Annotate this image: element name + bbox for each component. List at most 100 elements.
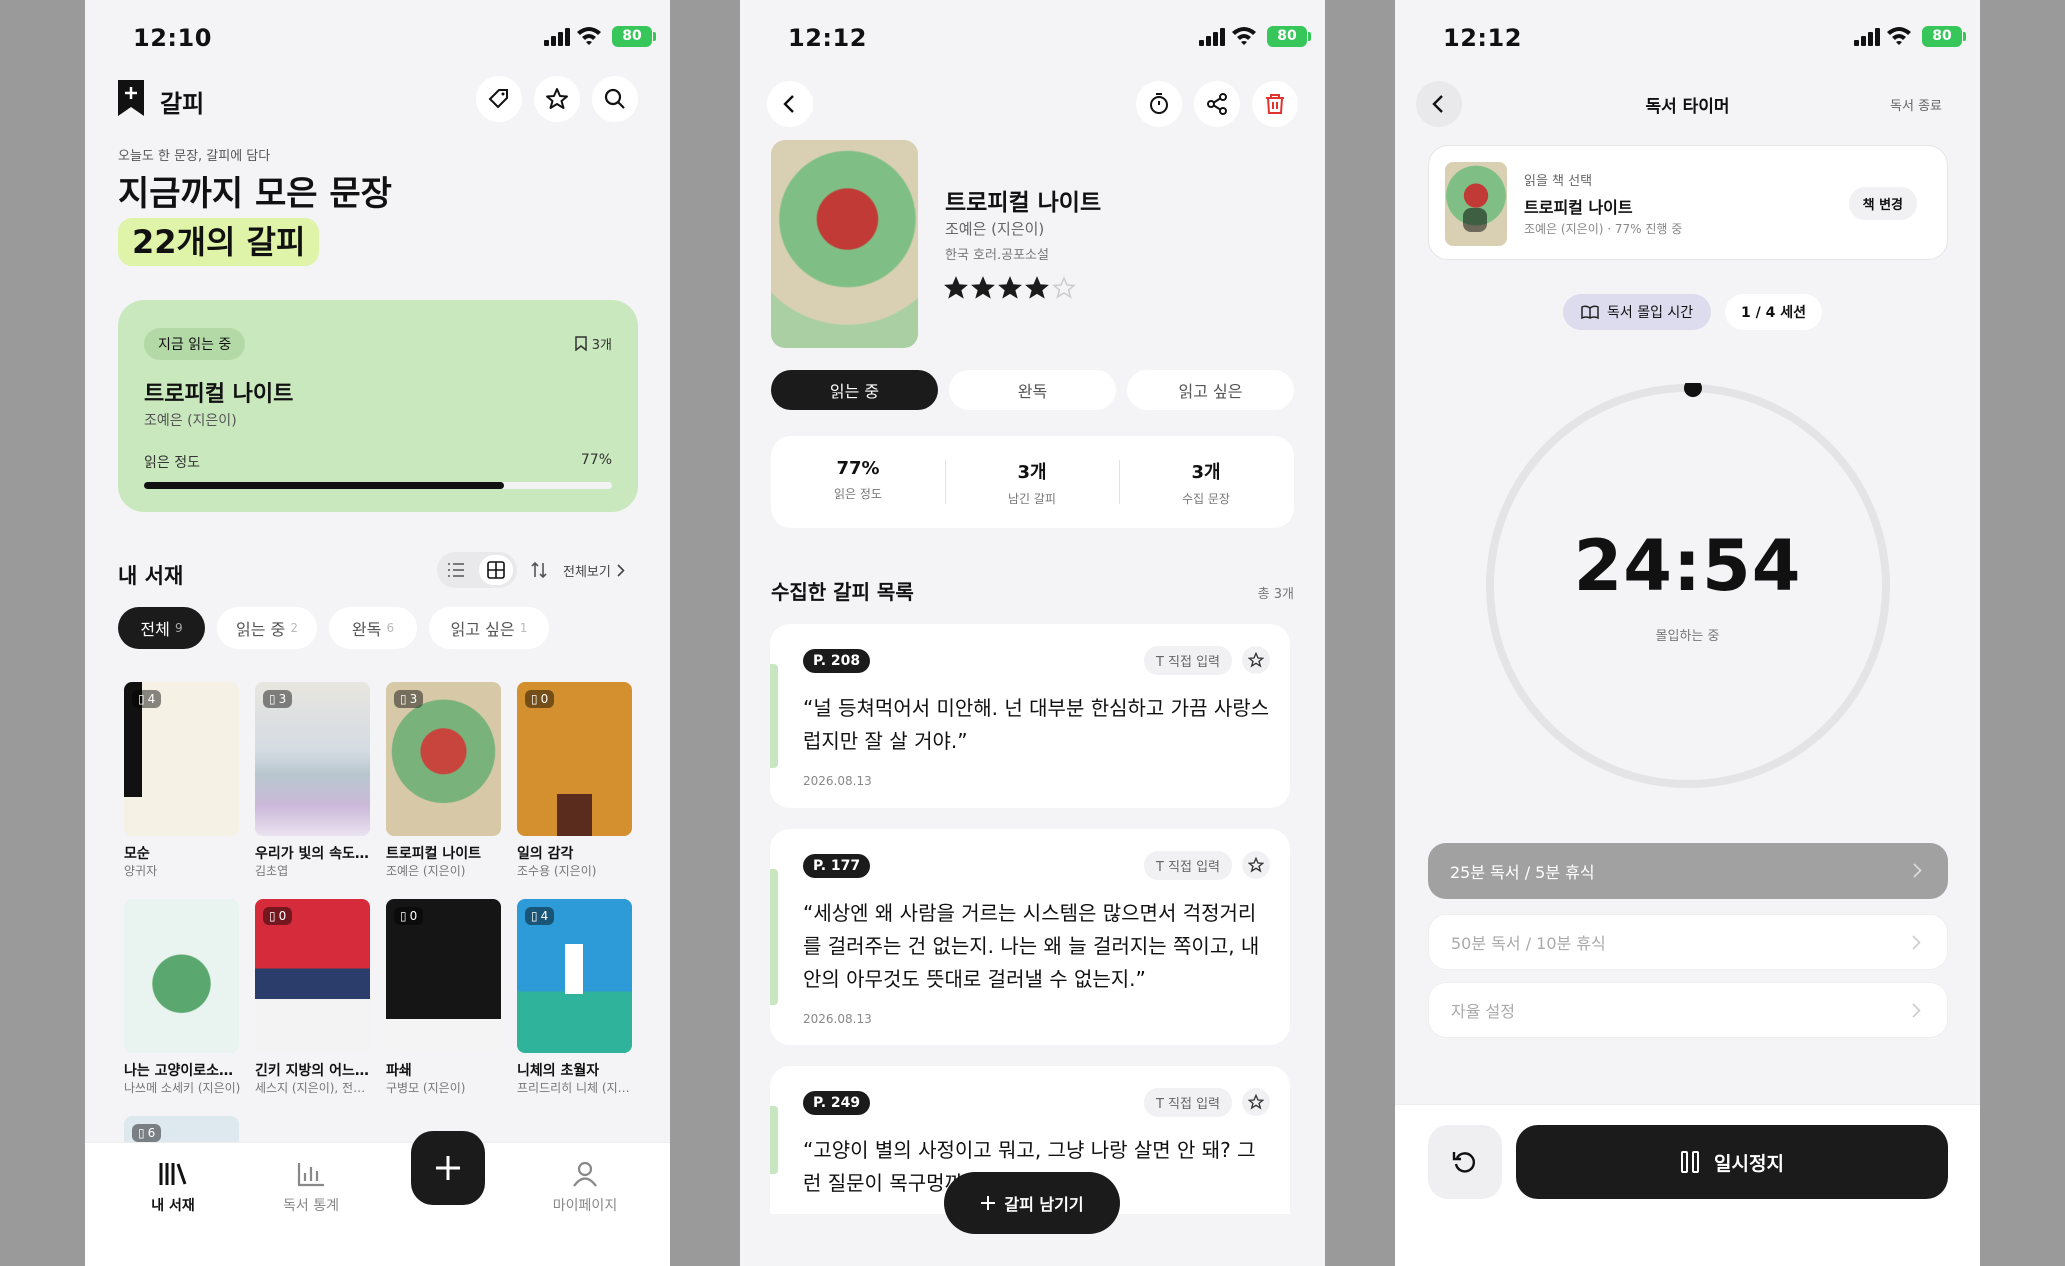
bookmark-icon bbox=[1463, 208, 1487, 232]
filter-finished[interactable]: 완독 6 bbox=[329, 607, 417, 649]
end-reading-button[interactable]: 독서 종료 bbox=[1890, 95, 1942, 114]
preset-50-10[interactable]: 50분 독서 / 10분 휴식 bbox=[1428, 914, 1948, 970]
timer-button[interactable] bbox=[1136, 81, 1182, 127]
quote-card[interactable]: P. 177 T 직접 입력 “세상엔 왜 사람을 거르는 시스템은 많으면서 … bbox=[770, 829, 1290, 1045]
preset-custom[interactable]: 자율 설정 bbox=[1428, 982, 1948, 1038]
chevron-right-icon bbox=[1912, 1003, 1921, 1018]
page-badge: P. 177 bbox=[803, 854, 871, 878]
select-book-label: 읽을 책 선택 bbox=[1524, 174, 1593, 189]
share-icon bbox=[1207, 93, 1227, 115]
nav-stats[interactable]: 독서 통계 bbox=[263, 1161, 359, 1215]
wifi-icon bbox=[1232, 27, 1256, 45]
wifi-icon bbox=[1887, 27, 1911, 45]
book-cover[interactable] bbox=[124, 899, 239, 1053]
status-bar: 12:12 80 bbox=[1395, 0, 1980, 70]
status-time: 12:12 bbox=[1443, 24, 1522, 52]
list-view-icon[interactable] bbox=[447, 561, 465, 579]
tag-button[interactable] bbox=[476, 76, 522, 122]
star-icon bbox=[1248, 857, 1264, 873]
bookmark-badge: ▯ 4 bbox=[132, 690, 162, 708]
progress-fill bbox=[144, 482, 505, 489]
book-title: 우리가 빛의 속도로 갈 수 없다면 bbox=[255, 846, 373, 862]
status-tab-finished[interactable]: 완독 bbox=[949, 370, 1116, 410]
star-icon[interactable] bbox=[971, 276, 995, 300]
book-author: 김초엽 bbox=[255, 864, 289, 878]
book-cover[interactable]: ▯ 3 bbox=[255, 682, 370, 836]
pause-icon bbox=[1681, 1151, 1700, 1173]
chevron-right-icon bbox=[1912, 935, 1921, 950]
back-button[interactable] bbox=[767, 81, 813, 127]
current-reading-card[interactable]: 지금 읽는 중 3개 트로피컬 나이트 조예은 (지은이) 읽은 정도 77% bbox=[118, 300, 638, 512]
book-author: 조예은 (지은이) bbox=[945, 220, 1045, 238]
quote-favorite-button[interactable] bbox=[1242, 851, 1270, 879]
pause-button[interactable]: 일시정지 bbox=[1516, 1125, 1948, 1199]
chevron-right-icon bbox=[1913, 863, 1922, 878]
book-author: 조예은 (지은이) bbox=[386, 864, 466, 878]
battery-icon: 80 bbox=[1922, 26, 1966, 47]
progress-percent: 77% bbox=[580, 452, 612, 468]
progress-track bbox=[144, 482, 612, 489]
change-book-button[interactable]: 책 변경 bbox=[1848, 187, 1917, 220]
star-icon[interactable] bbox=[1052, 276, 1076, 300]
book-author: 양귀자 bbox=[124, 864, 158, 878]
add-quote-button[interactable]: 갈피 남기기 bbox=[944, 1172, 1120, 1234]
grid-view-button[interactable] bbox=[479, 555, 513, 585]
star-icon[interactable] bbox=[944, 276, 968, 300]
favorites-button[interactable] bbox=[534, 76, 580, 122]
search-button[interactable] bbox=[592, 76, 638, 122]
reading-timer-screen: 12:12 80 독서 타이머 독서 종료 읽을 책 선택 트로피컬 나이트 조… bbox=[1395, 0, 1980, 1266]
quote-favorite-button[interactable] bbox=[1242, 646, 1270, 674]
status-bar: 12:12 80 bbox=[740, 0, 1325, 70]
book-cover[interactable]: ▯ 4 bbox=[124, 682, 239, 836]
home-subtitle: 오늘도 한 문장, 갈피에 담다 bbox=[118, 149, 271, 164]
preset-25-5[interactable]: 25분 독서 / 5분 휴식 bbox=[1428, 843, 1948, 899]
bookmark-badge: ▯ 6 bbox=[132, 1124, 162, 1142]
bottom-nav: 내 서재 독서 통계 마이페이지 bbox=[85, 1131, 670, 1266]
filter-reading[interactable]: 읽는 중 2 bbox=[217, 607, 317, 649]
quote-favorite-button[interactable] bbox=[1242, 1088, 1270, 1116]
book-cover[interactable]: ▯ 0 bbox=[517, 682, 632, 836]
bar-chart-icon bbox=[297, 1163, 324, 1187]
timer-progress-knob bbox=[1683, 383, 1702, 398]
nav-mypage[interactable]: 마이페이지 bbox=[535, 1161, 635, 1215]
book-cover bbox=[1445, 162, 1507, 246]
reset-button[interactable] bbox=[1428, 1125, 1502, 1199]
book-cover[interactable]: ▯ 3 bbox=[386, 682, 501, 836]
view-all-link[interactable]: 전체보기 bbox=[563, 561, 625, 580]
signal-icon bbox=[1199, 28, 1225, 46]
quote-text: “세상엔 왜 사람을 거르는 시스템은 많으면서 걱정거리를 걸러주는 건 없는… bbox=[803, 901, 1260, 991]
share-button[interactable] bbox=[1194, 81, 1240, 127]
book-cover[interactable]: ▯ 4 bbox=[517, 899, 632, 1053]
status-tab-reading[interactable]: 읽는 중 bbox=[771, 370, 938, 410]
current-reading-tag: 지금 읽는 중 bbox=[144, 328, 246, 360]
add-book-button[interactable] bbox=[411, 1131, 485, 1205]
selected-book-card: 읽을 책 선택 트로피컬 나이트 조예은 (지은이) · 77% 진행 중 책 … bbox=[1428, 145, 1948, 260]
book-author: 프리드리히 니체 (지은이) bbox=[517, 1081, 635, 1095]
book-title: 파쇄 bbox=[386, 1063, 412, 1079]
bookmark-badge: ▯ 0 bbox=[525, 690, 555, 708]
status-tab-want[interactable]: 읽고 싶은 bbox=[1127, 370, 1294, 410]
rating-stars[interactable] bbox=[944, 276, 1076, 300]
sort-icon[interactable] bbox=[530, 561, 548, 579]
selected-book-meta: 조예은 (지은이) · 77% 진행 중 bbox=[1524, 222, 1683, 236]
timer-state: 몰입하는 중 bbox=[1655, 629, 1720, 644]
filter-all[interactable]: 전체 9 bbox=[118, 607, 205, 649]
star-icon[interactable] bbox=[998, 276, 1022, 300]
delete-button[interactable] bbox=[1252, 81, 1298, 127]
bookmark-badge: ▯ 3 bbox=[263, 690, 293, 708]
quote-date: 2026.08.13 bbox=[803, 1012, 872, 1026]
book-cover[interactable]: ▯ 0 bbox=[386, 899, 501, 1053]
wifi-icon bbox=[577, 27, 601, 45]
filter-want[interactable]: 읽고 싶은 1 bbox=[429, 607, 549, 649]
tag-icon bbox=[488, 89, 508, 109]
trash-icon bbox=[1266, 94, 1284, 114]
quote-card[interactable]: P. 208 T 직접 입력 “널 등쳐먹어서 미안해. 넌 대부분 한심하고 … bbox=[770, 624, 1290, 808]
book-title: 일의 감각 bbox=[517, 846, 574, 862]
nav-shelf[interactable]: 내 서재 bbox=[125, 1161, 221, 1215]
stats-card: 77% 읽은 정도 3개 남긴 갈피 3개 수집 문장 bbox=[771, 436, 1294, 528]
current-book-title: 트로피컬 나이트 bbox=[144, 382, 294, 407]
stat-progress: 77% 읽은 정도 bbox=[834, 458, 882, 501]
book-cover[interactable]: ▯ 0 bbox=[255, 899, 370, 1053]
star-icon[interactable] bbox=[1025, 276, 1049, 300]
user-icon bbox=[573, 1161, 597, 1187]
